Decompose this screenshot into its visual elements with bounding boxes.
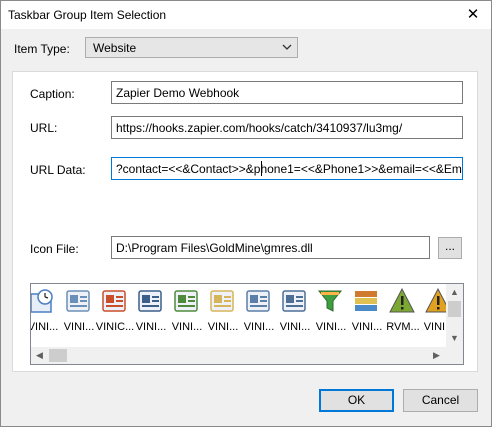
icon-list-item-label: VINI... xyxy=(315,321,347,333)
caption-value: Zapier Demo Webhook xyxy=(116,86,240,100)
title-bar: Taskbar Group Item Selection ✕ xyxy=(1,1,491,29)
horizontal-scroll-thumb[interactable] xyxy=(49,349,67,362)
cancel-button[interactable]: Cancel xyxy=(403,389,478,412)
scrollbar-corner xyxy=(446,347,463,364)
url-data-label: URL Data: xyxy=(30,163,86,177)
icon-list-item[interactable]: VINI... xyxy=(313,284,349,340)
document-list-icon xyxy=(138,290,162,312)
vertical-scroll-thumb[interactable] xyxy=(448,301,461,317)
caption-field[interactable]: Zapier Demo Webhook xyxy=(111,81,463,104)
url-value: https://hooks.zapier.com/hooks/catch/341… xyxy=(116,121,403,135)
warning-sign-icon xyxy=(389,288,415,313)
scroll-down-arrow-icon[interactable]: ▼ xyxy=(446,330,463,347)
dialog-window: Taskbar Group Item Selection ✕ Item Type… xyxy=(0,0,492,427)
caption-label: Caption: xyxy=(30,87,75,101)
icon-list-item[interactable]: VINI... xyxy=(349,284,385,340)
scroll-left-arrow-icon[interactable]: ◀ xyxy=(31,347,48,364)
icon-list-item[interactable]: VINI... xyxy=(61,284,97,340)
icon-list-item-label: RVM... xyxy=(386,321,420,333)
item-type-dropdown[interactable]: Website xyxy=(85,37,298,58)
icon-list-item[interactable]: VINI... xyxy=(277,284,313,340)
icon-list[interactable]: VINI... VINI... VINIC... VINI... VINI... VINI… xyxy=(30,283,464,365)
clock-calendar-icon xyxy=(31,289,53,313)
icon-list-item-label: VINIC... xyxy=(95,321,135,333)
close-button[interactable]: ✕ xyxy=(455,1,491,29)
scroll-up-arrow-icon[interactable]: ▲ xyxy=(446,284,463,301)
icon-list-item[interactable]: VINI... xyxy=(31,284,61,340)
icon-list-item-label: VINI... xyxy=(279,321,311,333)
icon-list-item-label: VINI... xyxy=(243,321,275,333)
inbox-tray-icon xyxy=(246,290,270,312)
item-type-label: Item Type: xyxy=(14,42,70,56)
url-label: URL: xyxy=(30,121,58,135)
chevron-down-icon xyxy=(282,44,292,50)
contacts-group-icon xyxy=(174,290,198,312)
icon-file-value: D:\Program Files\GoldMine\gmres.dll xyxy=(116,241,313,255)
icon-list-item[interactable]: VINIC... xyxy=(95,284,135,340)
chart-people-icon xyxy=(102,290,126,312)
card-file-icon xyxy=(210,290,234,312)
item-type-value: Website xyxy=(93,41,137,55)
ok-button[interactable]: OK xyxy=(319,389,394,412)
scroll-right-arrow-icon[interactable]: ▶ xyxy=(428,347,445,364)
url-data-field[interactable]: ?contact=<<&Contact>>&phone1=<<&Phone1>>… xyxy=(111,157,463,180)
icon-list-item[interactable]: VINI... xyxy=(133,284,169,340)
user-check-icon xyxy=(282,290,306,312)
icon-list-item[interactable]: VINI... xyxy=(205,284,241,340)
url-field[interactable]: https://hooks.zapier.com/hooks/catch/341… xyxy=(111,116,463,139)
stacked-layers-icon xyxy=(355,291,377,311)
url-data-value: ?contact=<<&Contact>>&phone1=<<&Phone1>>… xyxy=(116,162,462,176)
icon-list-item-label: VINI... xyxy=(207,321,239,333)
browse-button[interactable]: ... xyxy=(438,237,462,259)
vertical-scrollbar[interactable]: ▲ ▼ xyxy=(446,284,463,347)
icon-list-item-label: VINI... xyxy=(351,321,383,333)
icon-list-item-label: VINI... xyxy=(135,321,167,333)
contact-card-icon xyxy=(66,290,90,312)
icon-list-item[interactable]: VINI... xyxy=(169,284,205,340)
filter-funnel-icon xyxy=(317,290,343,312)
window-title: Taskbar Group Item Selection xyxy=(8,8,167,22)
icon-list-item-label: VINI... xyxy=(63,321,95,333)
icon-file-label: Icon File: xyxy=(30,242,79,256)
horizontal-scrollbar[interactable]: ◀ ▶ xyxy=(31,347,463,364)
icon-list-item-label: VINI... xyxy=(171,321,203,333)
text-caret xyxy=(261,161,262,176)
icon-list-item[interactable]: VINI... xyxy=(241,284,277,340)
icon-file-field[interactable]: D:\Program Files\GoldMine\gmres.dll xyxy=(111,236,430,259)
icon-list-item[interactable]: RVM... xyxy=(385,284,421,340)
